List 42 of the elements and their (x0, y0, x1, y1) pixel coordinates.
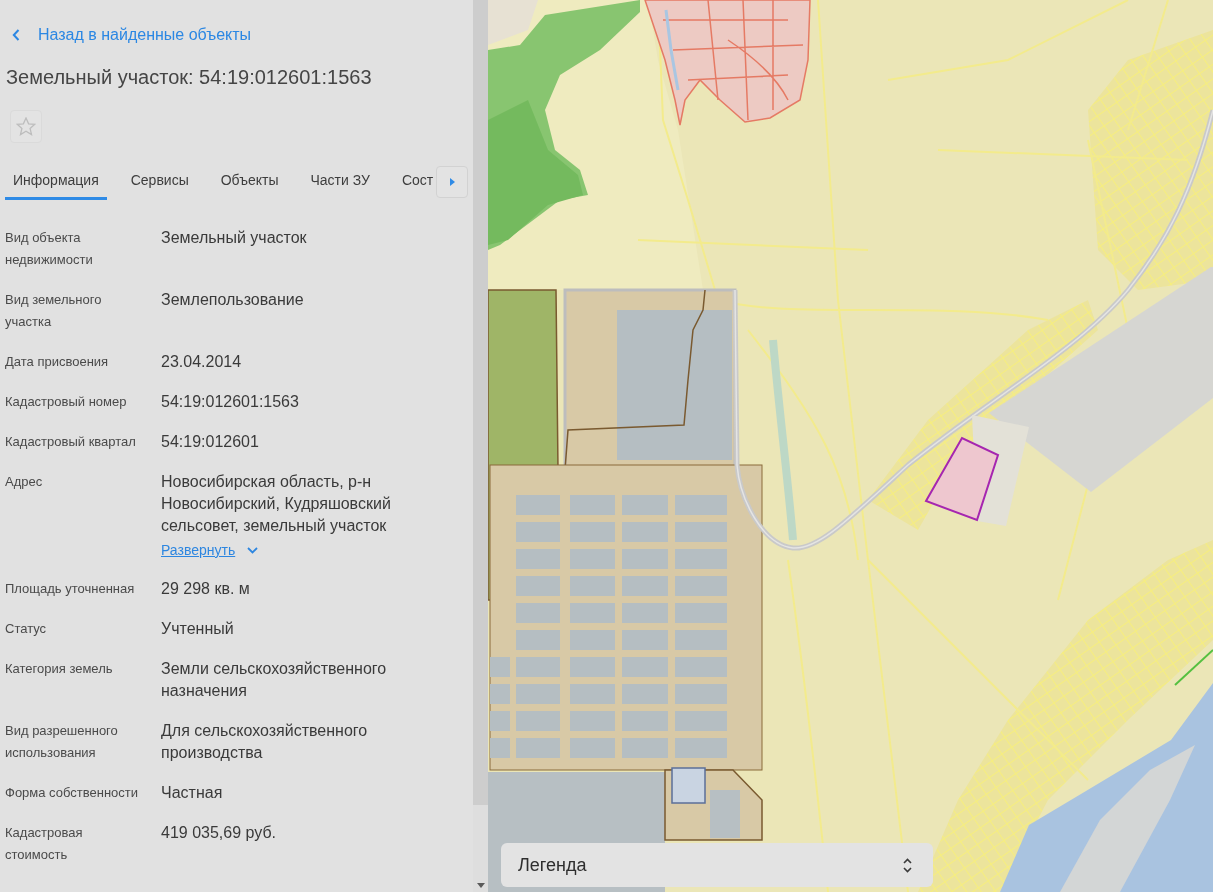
property-value: 54:19:012601 (161, 432, 259, 452)
property-label: Категория земель (5, 660, 114, 678)
small-parcel (671, 767, 706, 804)
property-label: Вид земельного участка (5, 291, 103, 331)
meadow-area (488, 0, 538, 45)
property-label: Статус (5, 620, 48, 638)
tab-scroll-button[interactable] (436, 166, 468, 198)
property-value: Земельный участок (161, 228, 307, 248)
property-value: 54:19:012601:1563 (161, 392, 299, 412)
legend-dropdown[interactable]: Легенда (501, 843, 933, 887)
chevron-down-icon (247, 546, 259, 554)
favorite-button[interactable] (10, 110, 42, 143)
property-label: Площадь уточненная (5, 580, 136, 598)
caret-right-icon (449, 178, 455, 186)
property-label: Форма собственности (5, 784, 140, 802)
property-value: 29 298 кв. м (161, 579, 250, 599)
tab[interactable]: Информация (5, 160, 107, 200)
property-value: Земли сельскохозяйственного назначения (161, 659, 388, 701)
property-value: Частная (161, 783, 223, 803)
chevron-updown-icon (903, 857, 912, 873)
property-label: Кадастровый номер (5, 393, 128, 411)
property-value: Новосибирская область, р-н Новосибирский, Кудряшовский сельсовет, земельный участок (161, 472, 392, 536)
tab[interactable]: Сост (393, 160, 434, 200)
property-label: Кадастровый квартал (5, 433, 137, 451)
tab[interactable]: Объекты (212, 160, 287, 200)
property-label: Кадастровая стоимость (5, 824, 84, 864)
property-value: Учтенный (161, 619, 234, 639)
property-value: Для сельскохозяйственного производства (161, 721, 369, 763)
page-title: Земельный участок: 54:19:012601:1563 (6, 65, 372, 90)
property-label: Вид объекта недвижимости (5, 229, 94, 269)
property-value: 419 035,69 руб. (161, 823, 277, 843)
property-label: Адрес (5, 473, 44, 491)
selected-parcel[interactable] (924, 436, 1000, 522)
property-value: 23.04.2014 (161, 352, 242, 372)
property-value: Землепользование (161, 290, 304, 310)
property-label: Вид разрешенного использования (5, 722, 119, 762)
scroll-down-icon[interactable] (476, 883, 485, 888)
tab[interactable]: Сервисы (122, 160, 197, 200)
shore-line (1174, 649, 1213, 686)
chevron-left-icon (12, 29, 20, 41)
tab[interactable]: Части ЗУ (302, 160, 378, 200)
property-label: Дата присвоения (5, 353, 110, 371)
